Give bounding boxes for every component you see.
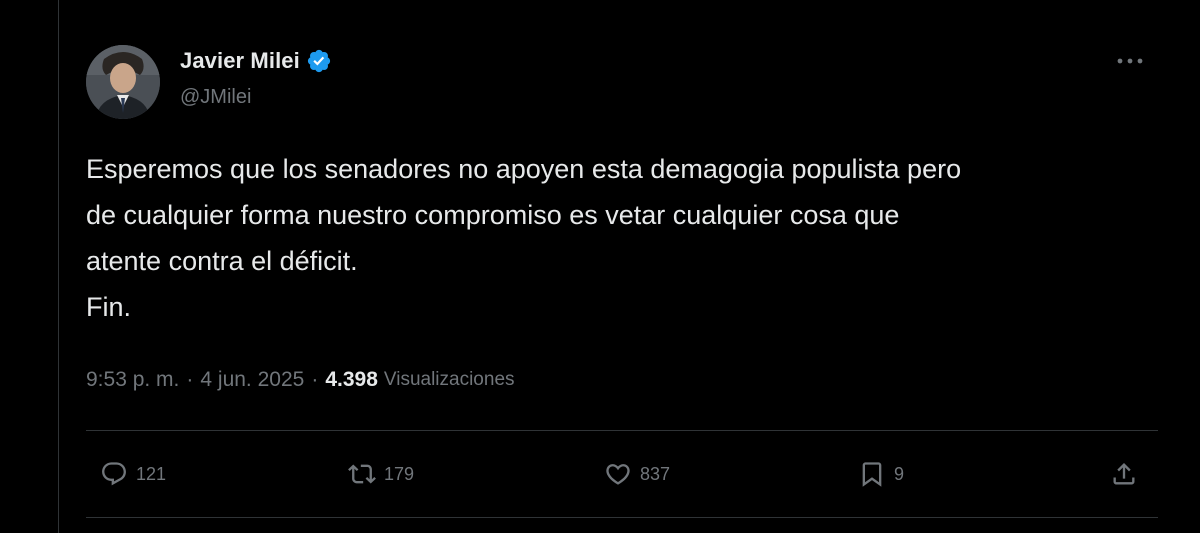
- views-count: 4.398: [325, 368, 378, 391]
- reply-icon: [102, 462, 126, 486]
- tweet-text: Esperemos que los senadores no apoyen es…: [86, 154, 962, 322]
- meta-separator: ·: [311, 368, 319, 391]
- meta-separator: ·: [186, 368, 194, 391]
- tweet-date[interactable]: 4 jun. 2025: [200, 368, 304, 392]
- views-label: Visualizaciones: [383, 369, 515, 390]
- verified-badge-icon: [306, 48, 332, 74]
- bookmark-icon: [862, 462, 882, 487]
- heart-icon: [606, 464, 630, 485]
- like-button[interactable]: 837: [604, 452, 670, 496]
- bookmark-button[interactable]: 9: [858, 452, 904, 496]
- retweet-icon: [348, 464, 376, 484]
- tweet-card: Javier Milei @JMilei Esperemos que los s…: [0, 0, 1200, 533]
- author-handle[interactable]: @JMilei: [180, 86, 251, 109]
- avatar[interactable]: [86, 45, 160, 119]
- timeline-border: [58, 0, 59, 533]
- more-icon: [1117, 58, 1143, 64]
- reply-count: 121: [136, 463, 167, 484]
- share-icon: [1113, 463, 1135, 485]
- tweet-actions-bar: 121 179 837 9: [86, 452, 1158, 496]
- reply-button[interactable]: 121: [100, 452, 166, 496]
- divider: [86, 517, 1158, 518]
- avatar-image: [86, 45, 160, 119]
- bookmark-count: 9: [894, 463, 905, 484]
- author-display-name[interactable]: Javier Milei: [180, 48, 300, 74]
- retweet-count: 179: [384, 463, 415, 484]
- share-button[interactable]: [1110, 452, 1138, 496]
- more-options-button[interactable]: [1112, 46, 1148, 76]
- divider: [86, 430, 1158, 431]
- tweet-time[interactable]: 9:53 p. m.: [86, 368, 179, 392]
- tweet-metadata: 9:53 p. m. · 4 jun. 2025 · 4.398 Visuali…: [86, 364, 515, 396]
- retweet-button[interactable]: 179: [348, 452, 414, 496]
- author-name-row: Javier Milei: [180, 46, 332, 76]
- like-count: 837: [640, 463, 671, 484]
